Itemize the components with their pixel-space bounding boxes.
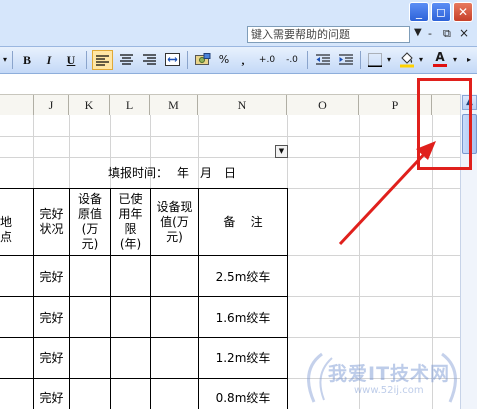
pointer-arrow-icon: [338, 141, 436, 246]
watermark-url: www.52ij.com: [354, 385, 424, 396]
watermark-text: 我爱IT技术网: [328, 363, 451, 385]
watermark: 我爱IT技术网 www.52ij.com: [292, 350, 472, 406]
